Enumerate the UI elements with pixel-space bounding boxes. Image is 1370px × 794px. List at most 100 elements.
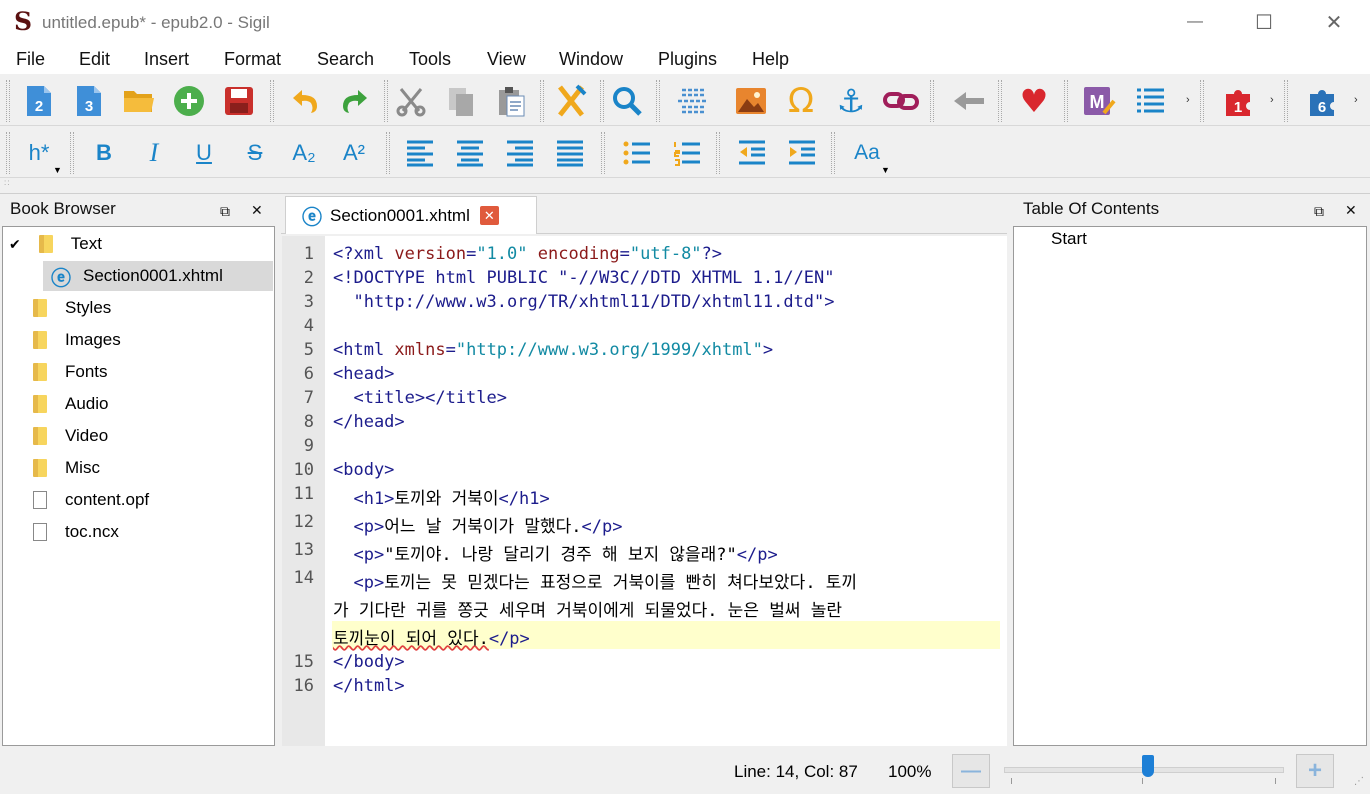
tree-file-content-opf[interactable]: content.opf xyxy=(33,485,304,515)
find-replace-button[interactable] xyxy=(608,82,646,120)
zoom-in-button[interactable]: + xyxy=(1296,754,1334,788)
insert-image-button[interactable] xyxy=(732,82,770,120)
subscript-button[interactable]: A₂ xyxy=(285,134,323,172)
heading-button[interactable]: h* ▼ xyxy=(20,134,62,175)
tree-file-toc-ncx[interactable]: toc.ncx xyxy=(33,517,304,547)
window-title: untitled.epub* - epub2.0 - Sigil xyxy=(42,13,270,32)
minimize-icon: — xyxy=(1187,13,1203,30)
plugin-1-button[interactable]: 1 xyxy=(1220,82,1258,120)
format-toolbar: h* ▼ B I U S A₂ A² Aa ▼ xyxy=(0,126,1370,178)
minimize-button[interactable]: — xyxy=(1160,0,1230,44)
justify-button[interactable] xyxy=(551,134,589,172)
new-epub2-button[interactable]: 2 xyxy=(20,82,58,120)
anchor-icon: ⚓ xyxy=(836,82,866,120)
menu-plugins[interactable]: Plugins xyxy=(658,49,717,70)
align-left-button[interactable] xyxy=(401,134,439,172)
link-button[interactable] xyxy=(882,82,920,120)
svg-text:3: 3 xyxy=(85,98,93,115)
toolbar-separator xyxy=(930,80,934,122)
close-tab-icon[interactable]: ✕ xyxy=(479,206,499,225)
menu-search[interactable]: Search xyxy=(317,49,374,70)
menu-tools[interactable]: Tools xyxy=(409,49,451,70)
insert-split-button[interactable] xyxy=(674,82,712,120)
menu-window[interactable]: Window xyxy=(559,49,623,70)
italic-button[interactable]: I xyxy=(135,134,173,172)
code-editor[interactable]: 1 2 3 4 5 6 7 8 9 10 11 12 13 14 15 16 <… xyxy=(282,236,1007,746)
undo-button[interactable] xyxy=(286,82,324,120)
chevron-down-icon: ✔ xyxy=(9,235,21,252)
line-number: 10 xyxy=(293,460,314,480)
underline-button[interactable]: U xyxy=(185,134,223,172)
close-panel-icon[interactable]: ✕ xyxy=(251,203,265,217)
change-case-button[interactable]: Aa ▼ xyxy=(848,134,890,175)
open-button[interactable] xyxy=(120,82,158,120)
toolbar-overflow-chevron[interactable]: › xyxy=(1354,94,1358,106)
tree-folder-misc[interactable]: Misc xyxy=(33,453,304,483)
tree-folder-audio[interactable]: Audio xyxy=(33,389,304,419)
toolbar-grip[interactable] xyxy=(6,132,10,174)
line-number: 6 xyxy=(303,364,314,384)
tree-folder-images[interactable]: Images xyxy=(33,325,304,355)
edit-toc-button[interactable] xyxy=(1131,82,1169,120)
clean-source-button[interactable] xyxy=(552,82,590,120)
float-panel-icon[interactable]: ⧉ xyxy=(1314,204,1328,218)
cut-button[interactable] xyxy=(392,82,430,120)
tree-folder-video[interactable]: Video xyxy=(33,421,304,451)
increase-indent-button[interactable] xyxy=(783,134,821,172)
toolbar-overflow-chevron[interactable]: › xyxy=(1270,94,1274,106)
close-window-button[interactable]: ✕ xyxy=(1299,0,1369,44)
folder-icon xyxy=(33,427,47,445)
zoom-slider-tick xyxy=(1011,778,1012,784)
zoom-slider-thumb[interactable] xyxy=(1142,755,1154,777)
line-number: 2 xyxy=(303,268,314,288)
menu-edit[interactable]: Edit xyxy=(79,49,110,70)
float-panel-icon[interactable]: ⧉ xyxy=(220,204,234,218)
svg-text:1: 1 xyxy=(1234,99,1242,116)
save-button[interactable] xyxy=(220,82,258,120)
donate-button[interactable]: ♥ xyxy=(1015,82,1053,120)
plugin-6-button[interactable]: 6 xyxy=(1304,82,1342,120)
toolbar-overflow-chevron[interactable]: › xyxy=(1186,94,1190,106)
tree-folder-text[interactable]: ✔ Text xyxy=(3,229,274,259)
paste-button[interactable] xyxy=(492,82,530,120)
align-center-button[interactable] xyxy=(451,134,489,172)
resize-grip-icon[interactable]: ⋰ xyxy=(1354,776,1364,787)
numbered-list-button[interactable] xyxy=(668,134,706,172)
decrease-indent-icon xyxy=(739,140,765,165)
menu-file[interactable]: File xyxy=(16,49,45,70)
tab-section0001[interactable]: ⓔ Section0001.xhtml ✕ xyxy=(285,196,537,234)
tree-folder-styles[interactable]: Styles xyxy=(33,293,304,323)
toolbar-grip[interactable] xyxy=(6,80,10,122)
strikethrough-button[interactable]: S xyxy=(236,134,274,172)
tree-file-section0001[interactable]: ⓔ Section0001.xhtml xyxy=(43,261,273,291)
code-line-14-wrap-2: 토끼눈이 되어 있다.</p> xyxy=(333,629,530,649)
svg-text:2: 2 xyxy=(35,98,43,115)
link-icon xyxy=(883,92,919,110)
anchor-button[interactable]: ⚓ xyxy=(832,82,870,120)
menu-help[interactable]: Help xyxy=(752,49,789,70)
zoom-slider[interactable] xyxy=(1004,755,1284,786)
code-line-2: <!DOCTYPE html PUBLIC "-//W3C//DTD XHTML… xyxy=(333,268,835,288)
meta-editor-button[interactable]: M xyxy=(1080,82,1118,120)
maximize-button[interactable]: ☐ xyxy=(1229,0,1299,44)
bullet-list-button[interactable] xyxy=(618,134,656,172)
bold-button[interactable]: B xyxy=(85,134,123,172)
menu-view[interactable]: View xyxy=(487,49,526,70)
main-toolbar: 2 3 Ω ⚓ ♥ M › 1 › 6 › xyxy=(0,74,1370,126)
add-file-button[interactable] xyxy=(170,82,208,120)
toc-item-start[interactable]: Start xyxy=(1051,229,1087,249)
superscript-button[interactable]: A² xyxy=(335,134,373,172)
new-epub2-icon: 2 xyxy=(27,86,51,116)
special-char-button[interactable]: Ω xyxy=(782,81,820,121)
menu-insert[interactable]: Insert xyxy=(144,49,189,70)
tree-folder-fonts[interactable]: Fonts xyxy=(33,357,304,387)
redo-button[interactable] xyxy=(336,82,374,120)
close-panel-icon[interactable]: ✕ xyxy=(1345,203,1359,217)
copy-button[interactable] xyxy=(442,82,480,120)
new-epub3-button[interactable]: 3 xyxy=(70,82,108,120)
zoom-out-button[interactable]: — xyxy=(952,754,990,788)
back-button[interactable] xyxy=(950,82,988,120)
menu-format[interactable]: Format xyxy=(224,49,281,70)
decrease-indent-button[interactable] xyxy=(733,134,771,172)
align-right-button[interactable] xyxy=(501,134,539,172)
